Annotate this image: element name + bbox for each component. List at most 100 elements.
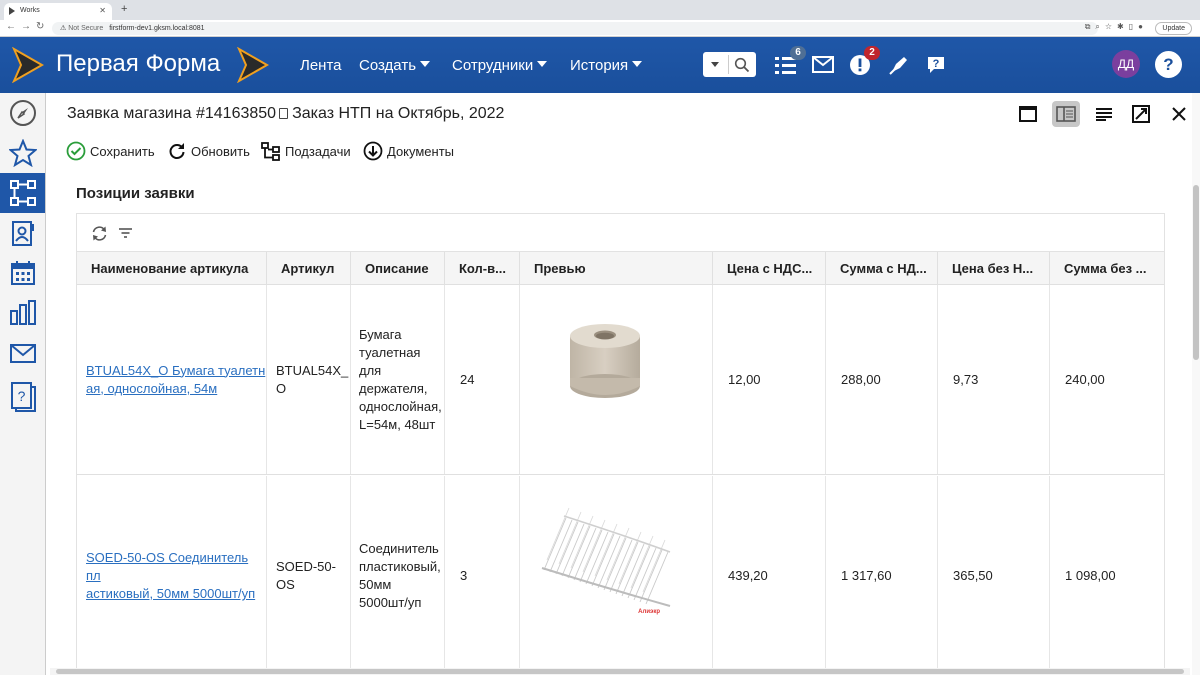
alerts-count-badge: 2	[864, 46, 880, 60]
structure-icon	[9, 180, 36, 206]
price-with-vat-cell: 12,00	[712, 285, 825, 474]
sidebar-item-contacts[interactable]	[0, 213, 45, 253]
search-icon[interactable]	[734, 57, 750, 73]
nav-feed[interactable]: Лента	[300, 57, 342, 74]
window-view-icon[interactable]	[1014, 101, 1042, 127]
horizontal-scrollbar[interactable]	[50, 668, 1190, 675]
sidebar-item-reports[interactable]	[0, 293, 45, 333]
table-header: Наименование артикула Артикул Описание К…	[77, 252, 1164, 285]
scrollbar-thumb[interactable]	[1193, 185, 1199, 360]
reload-icon[interactable]: ↻	[36, 21, 44, 32]
forward-icon[interactable]: →	[21, 21, 31, 32]
column-header[interactable]: Цена с НДС...	[712, 252, 825, 285]
chevron-down-icon	[537, 61, 548, 67]
sync-icon[interactable]	[91, 225, 108, 242]
split-view-icon[interactable]	[1052, 101, 1080, 127]
watermark-text: Алиэкр	[638, 609, 660, 615]
help-document-icon: ?	[10, 382, 36, 412]
column-header[interactable]: Наименование артикула	[77, 252, 266, 285]
nav-create[interactable]: Создать	[359, 57, 431, 74]
article-cell: SOED-50- OS	[266, 476, 350, 675]
sidebar-item-help[interactable]: ?	[0, 377, 45, 417]
documents-button[interactable]: Документы	[363, 141, 454, 161]
mail-icon[interactable]	[812, 56, 834, 73]
column-header[interactable]: Сумма с НД...	[825, 252, 937, 285]
chevron-down-icon	[420, 61, 431, 67]
avatar[interactable]: ДД	[1112, 50, 1140, 78]
close-tab-icon[interactable]: ✕	[99, 6, 106, 15]
sum-with-vat-cell: 1 317,60	[825, 476, 937, 675]
copy-icon[interactable]	[279, 108, 289, 119]
url-text: firstform-dev1.gksm.local:8081	[109, 25, 205, 32]
favicon-icon	[9, 7, 15, 15]
back-icon[interactable]: ←	[6, 21, 16, 32]
column-header[interactable]: Сумма без ...	[1049, 252, 1164, 285]
search-scope-dropdown-icon[interactable]	[711, 62, 719, 67]
extension-icons[interactable]: ⧉⌕☆✱▯●	[1085, 22, 1148, 32]
nav-employees[interactable]: Сотрудники	[452, 57, 548, 74]
column-header[interactable]: Цена без Н...	[937, 252, 1049, 285]
positions-grid: Наименование артикула Артикул Описание К…	[76, 213, 1165, 675]
tasks-count-badge: 6	[790, 46, 806, 60]
sidebar-item-structure[interactable]	[0, 173, 45, 213]
table-row[interactable]: BTUAL54X_O Бумага туалетн ая, однослойная…	[77, 285, 1164, 475]
grid-toolbar	[77, 214, 1164, 252]
close-icon[interactable]	[1165, 101, 1193, 127]
chat-help-icon[interactable]: ?	[925, 54, 947, 76]
checkmark-circle-icon	[66, 141, 86, 161]
column-header[interactable]: Артикул	[266, 252, 350, 285]
logo-arrow-icon	[237, 47, 269, 83]
save-button[interactable]: Сохранить	[66, 141, 155, 161]
address-bar: ← → ↻ ⚠ Not Secure firstform-dev1.gksm.l…	[0, 20, 1200, 37]
sidebar-item-calendar[interactable]	[0, 253, 45, 293]
url-field[interactable]: ⚠ Not Secure firstform-dev1.gksm.local:8…	[52, 22, 1098, 35]
refresh-button[interactable]: Обновить	[167, 141, 250, 161]
quantity-cell: 3	[444, 476, 519, 675]
list-view-icon[interactable]	[1090, 101, 1118, 127]
sidebar: ?	[0, 93, 46, 675]
svg-text:?: ?	[17, 388, 25, 404]
main-panel: Заявка магазина #14163850 Заказ НТП на Ок…	[50, 93, 1200, 675]
bar-chart-icon	[9, 300, 36, 325]
contact-card-icon	[11, 221, 34, 246]
brand-title[interactable]: Первая Форма	[56, 50, 220, 78]
sidebar-item-mail[interactable]	[0, 333, 45, 373]
filter-icon[interactable]	[118, 226, 133, 240]
column-header[interactable]: Кол-в...	[444, 252, 519, 285]
logo-icon[interactable]	[12, 47, 44, 83]
item-name-link[interactable]: BTUAL54X_O Бумага туалетн ая, однослойная…	[86, 362, 265, 398]
scrollbar-thumb[interactable]	[56, 669, 1184, 674]
column-header[interactable]: Описание	[350, 252, 444, 285]
star-icon	[8, 139, 37, 167]
vertical-scrollbar[interactable]	[1192, 93, 1200, 675]
search-box[interactable]	[703, 52, 756, 77]
toilet-paper-roll-image[interactable]	[536, 286, 676, 426]
help-icon[interactable]: ?	[1155, 51, 1182, 78]
request-subtitle: Заказ НТП на Октябрь, 2022	[292, 105, 505, 122]
preview-cell: Алиэкр	[519, 476, 712, 675]
pen-sign-icon[interactable]	[888, 54, 910, 76]
price-without-vat-cell: 365,50	[937, 476, 1049, 675]
update-button[interactable]: Update	[1155, 22, 1192, 35]
expand-icon[interactable]	[1127, 101, 1155, 127]
section-title: Позиции заявки	[76, 185, 195, 202]
nav-history[interactable]: История	[570, 57, 643, 74]
chevron-down-icon	[632, 61, 643, 67]
refresh-icon	[169, 143, 185, 159]
sidebar-item-favorites[interactable]	[0, 133, 45, 173]
price-without-vat-cell: 9,73	[937, 285, 1049, 474]
browser-tab[interactable]: Works ✕	[4, 3, 112, 20]
price-with-vat-cell: 439,20	[712, 476, 825, 675]
sum-without-vat-cell: 240,00	[1049, 285, 1164, 474]
security-label: Not Secure	[68, 25, 104, 32]
svg-text:?: ?	[933, 58, 940, 70]
subtasks-icon	[261, 142, 280, 161]
sidebar-item-navigator[interactable]	[0, 93, 45, 133]
column-header[interactable]: Превью	[519, 252, 712, 285]
table-row[interactable]: SOED-50-OS Соединитель пл астиковый, 50мм…	[77, 476, 1164, 675]
browser-tab-title: Works	[20, 7, 40, 14]
item-name-link[interactable]: SOED-50-OS Соединитель пл астиковый, 50мм…	[86, 549, 266, 603]
plastic-connectors-image[interactable]: Алиэкр	[536, 478, 676, 618]
new-tab-icon[interactable]: +	[121, 3, 127, 15]
subtasks-button[interactable]: Подзадачи	[261, 141, 351, 161]
